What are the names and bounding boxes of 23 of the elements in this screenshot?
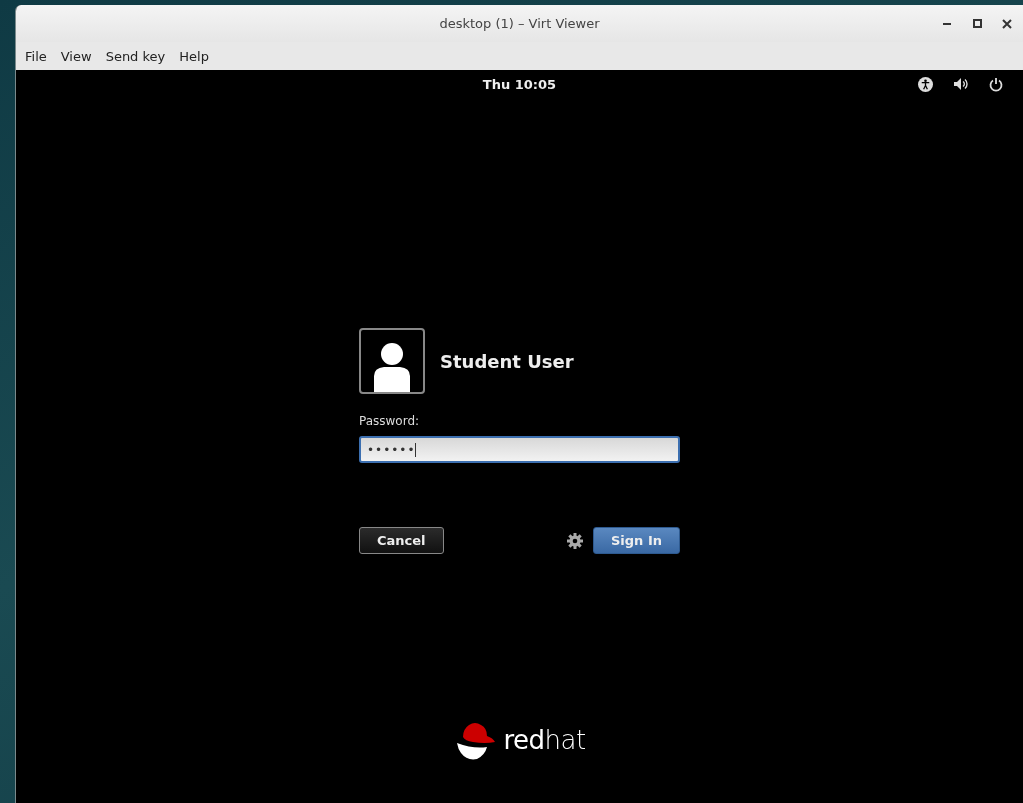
accessibility-button[interactable] (918, 76, 933, 92)
volume-button[interactable] (953, 77, 969, 91)
window-title: desktop (1) – Virt Viewer (439, 16, 600, 31)
logo-text: redhat (503, 725, 586, 755)
accessibility-icon (918, 76, 933, 92)
sign-in-button[interactable]: Sign In (593, 527, 680, 554)
maximize-icon (972, 19, 982, 28)
minimize-icon (943, 22, 951, 25)
menu-item[interactable]: View (53, 48, 99, 64)
clock[interactable]: Thu 10:05 (482, 76, 557, 92)
power-button[interactable] (989, 76, 1003, 92)
gear-icon[interactable] (567, 532, 583, 549)
cancel-button[interactable]: Cancel (359, 527, 444, 554)
password-label: Password: (359, 414, 421, 428)
user-silhouette-icon (372, 342, 412, 392)
volume-icon (953, 77, 969, 91)
menu-item[interactable]: Help (172, 48, 216, 64)
close-icon (1002, 18, 1012, 29)
power-icon (989, 76, 1003, 92)
menu-item[interactable]: File (18, 48, 54, 64)
user-name: Student User (440, 350, 574, 372)
menu-item[interactable]: Send key (98, 48, 173, 64)
password-field[interactable]: •••••• (359, 436, 680, 463)
